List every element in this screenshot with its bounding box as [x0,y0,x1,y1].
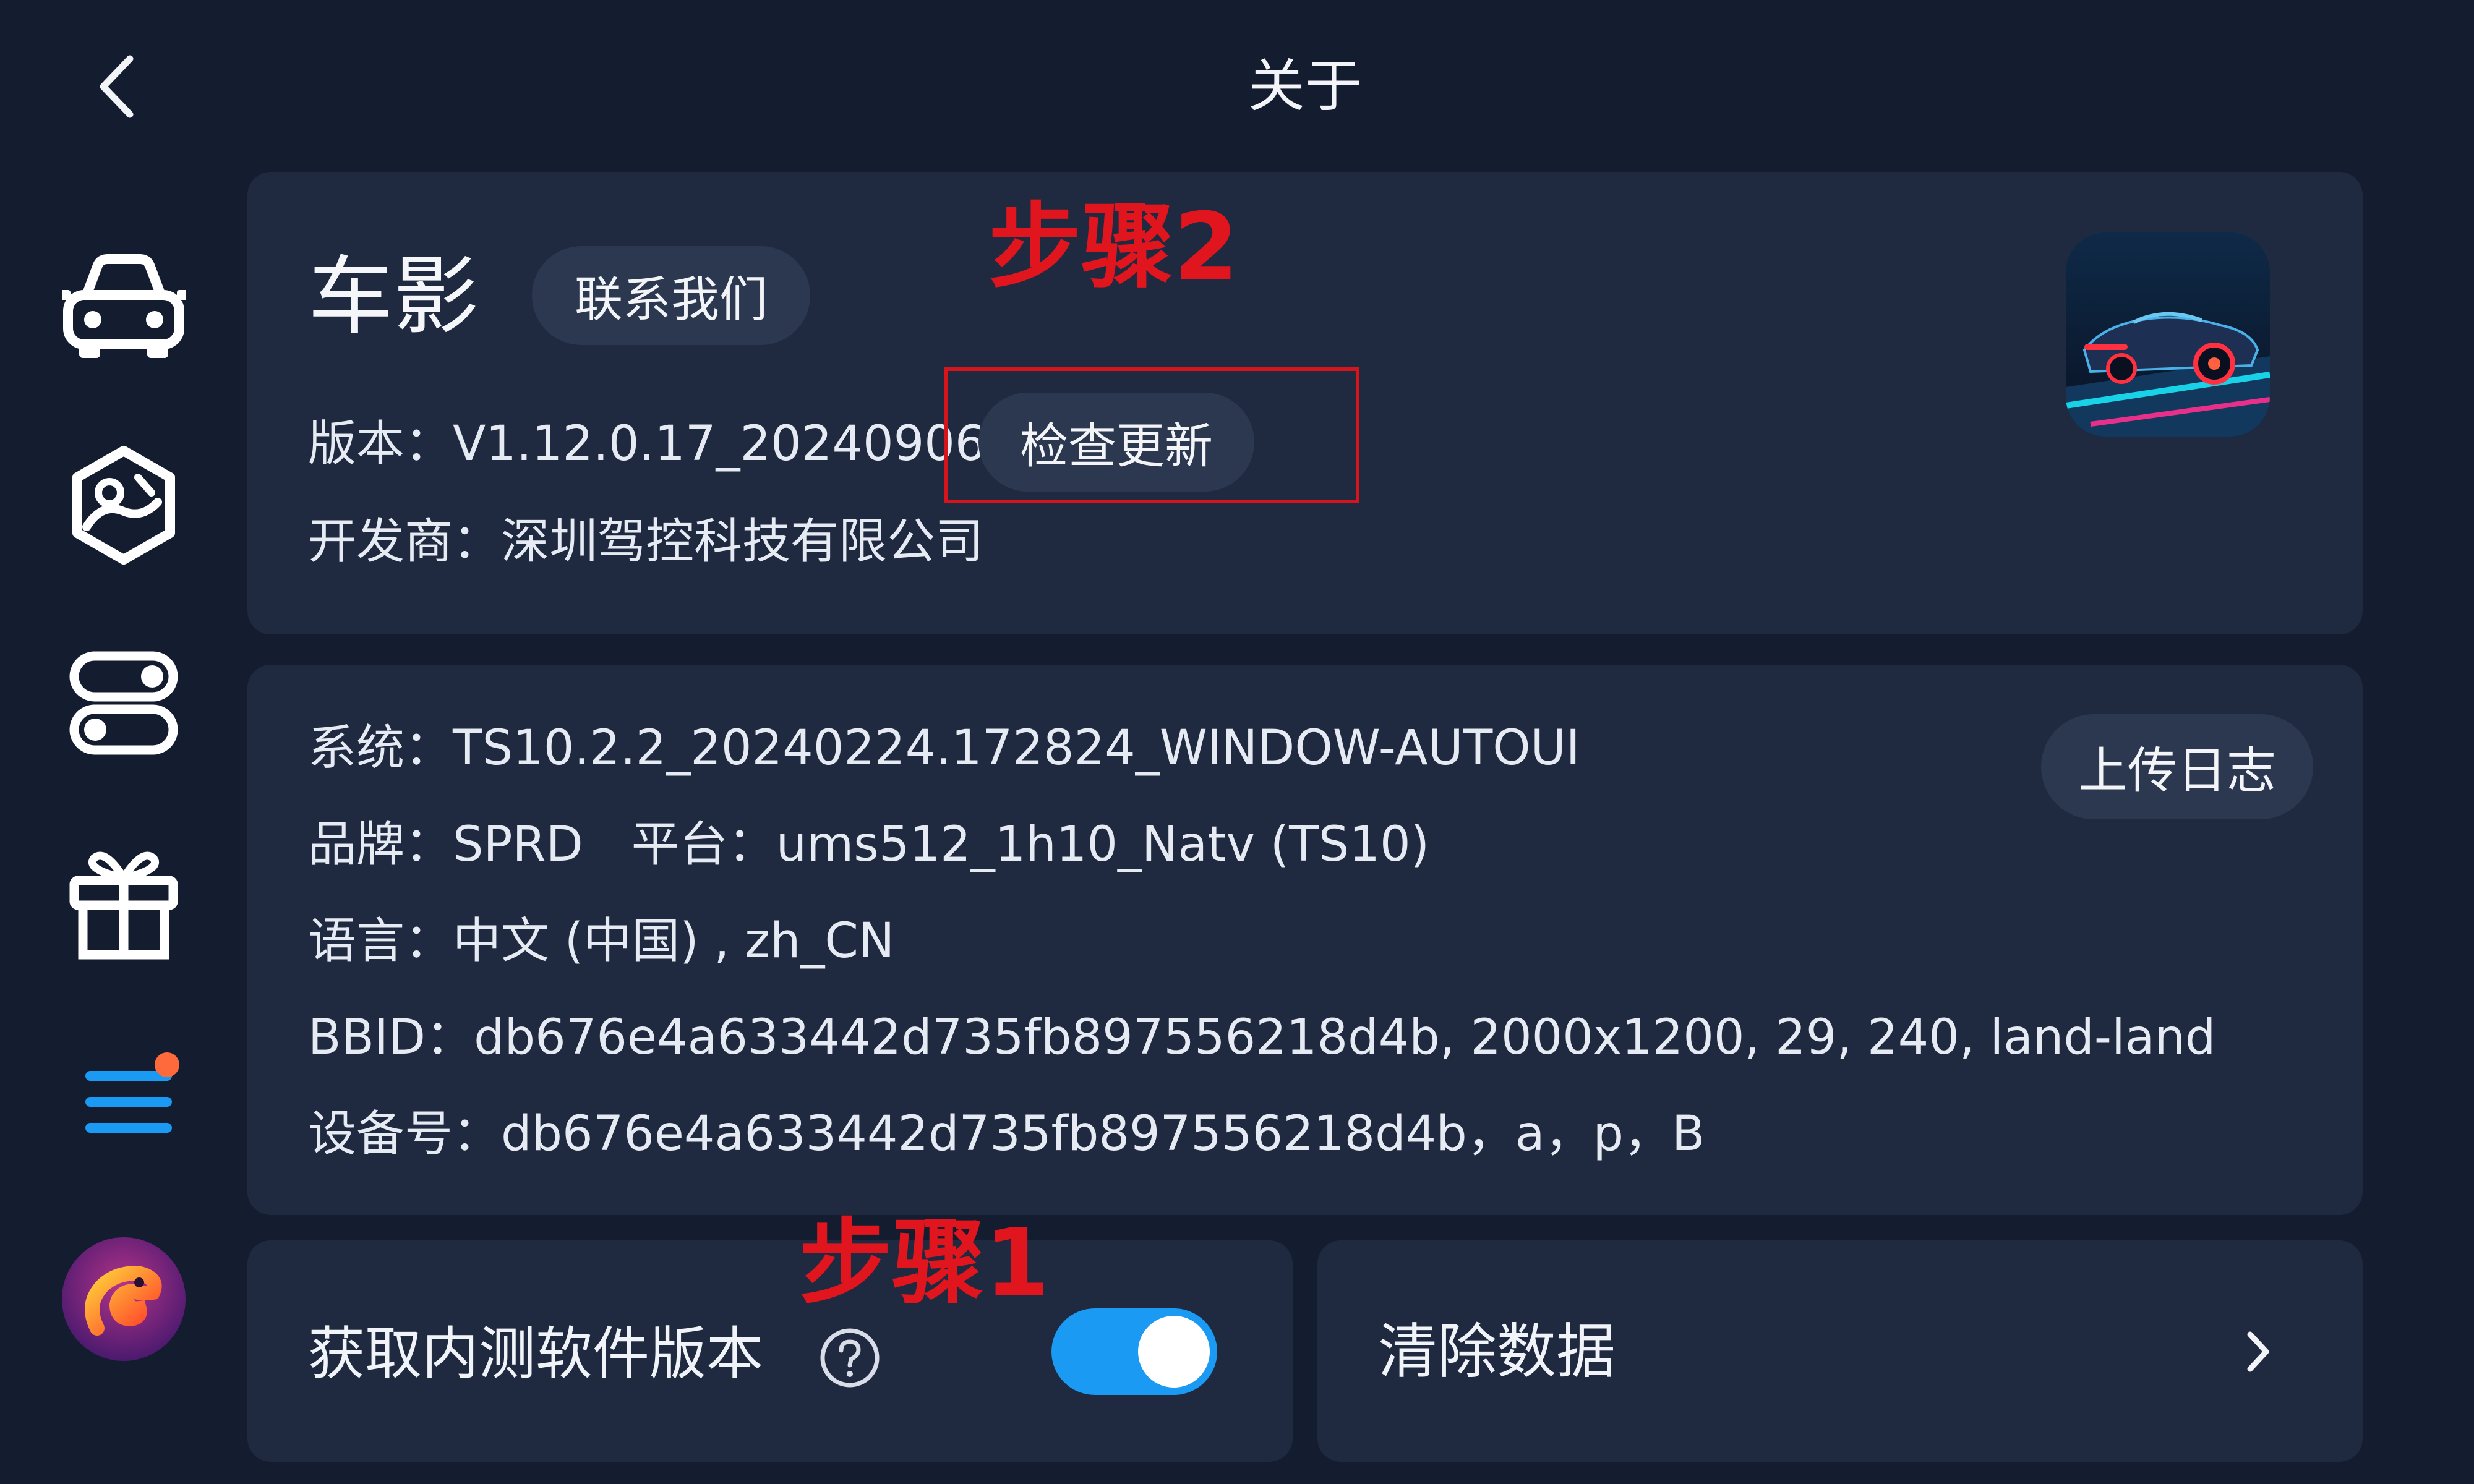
sports-car-logo-icon [2066,232,2270,437]
toggle-knob [1138,1316,1210,1388]
beta-version-label: 获取内测软件版本 [308,1321,764,1387]
version-text: 版本：V1.12.0.17_20240906 [308,416,986,472]
chameleon-avatar-icon [62,1237,186,1361]
bbid-line: BBID：db676e4a633442d735fb897556218d4b, 2… [308,1010,2216,1065]
help-button[interactable] [819,1327,881,1389]
toggles-icon [69,651,178,755]
contact-us-button[interactable]: 联系我们 [532,246,810,345]
device-id-line: 设备号：db676e4a633442d735fb897556218d4b，a，p… [308,1106,1705,1162]
brand-platform-line: 品牌：SPRD 平台：ums512_1h10_Natv (TS10) [308,817,1430,872]
language-line: 语言：中文 (中国) , zh_CN [308,913,895,969]
car-icon [62,254,186,358]
sidebar-item-gift[interactable] [59,836,189,966]
sidebar-item-profile[interactable] [59,1234,189,1364]
sidebar-item-about[interactable] [59,1034,189,1164]
annotation-highlight-box [944,367,1359,503]
annotation-step2: 步骤2 [988,194,1239,301]
app-name: 车影 [308,247,479,346]
system-line: 系统：TS10.2.2_20240224.172824_WINDOW-AUTOU… [308,720,1580,776]
clear-data-label: 清除数据 [1378,1317,1616,1386]
chevron-right-icon [2239,1327,2276,1376]
page-title: 关于 [1248,53,1362,119]
sidebar-item-settings[interactable] [59,638,189,768]
developer-text: 开发商：深圳驾控科技有限公司 [308,514,984,569]
steering-map-icon [72,446,175,565]
sidebar-item-drive[interactable] [59,440,189,570]
sidebar-item-car[interactable] [59,242,189,372]
app-logo [2066,232,2270,437]
menu-icon [85,1052,179,1133]
menu-badge-dot [155,1052,179,1077]
gift-icon [69,851,178,960]
question-circle-icon [820,1328,880,1388]
upload-log-button[interactable]: 上传日志 [2041,714,2313,819]
beta-version-toggle[interactable] [1051,1308,1217,1395]
annotation-step1: 步骤1 [799,1209,1050,1317]
